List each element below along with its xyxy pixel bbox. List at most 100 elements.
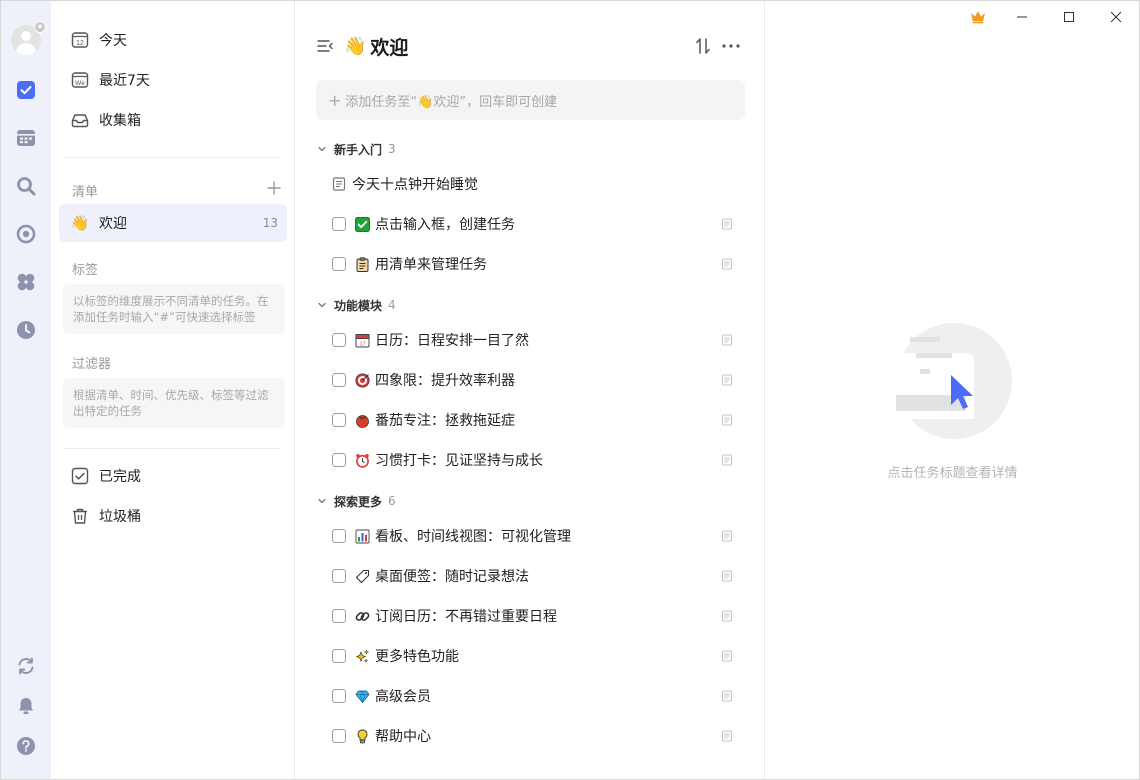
matrix-icon[interactable] [14,270,38,294]
sidebar: 12 今天 We 最近7天 收集箱 清单 👋 欢迎 13 标签 以标签的维度展示… [51,1,295,779]
sidebar-item-next7days[interactable]: We 最近7天 [59,61,287,99]
task-group-header[interactable]: 探索更多 6 [316,491,396,511]
waving-hand-icon: 👋 [344,36,367,57]
task-checkbox[interactable] [332,373,346,387]
add-task-input[interactable]: + 添加任务至“👋欢迎”，回车即可创建 [316,80,745,120]
minimize-icon[interactable] [1012,7,1032,27]
task-row[interactable]: 习惯打卡：见证坚持与成长 [316,440,745,480]
sort-icon[interactable] [694,36,712,56]
task-row[interactable]: 番茄专注：拯救拖延症 [316,400,745,440]
task-title: 今天十点钟开始睡觉 [352,177,478,193]
task-checkbox-icon[interactable] [14,78,38,102]
task-checkbox[interactable] [332,609,346,623]
lists-section-title: 清单 [72,185,99,200]
svg-text:12: 12 [76,40,84,47]
task-title: 日历：日程安排一目了然 [375,333,529,349]
close-icon[interactable] [1106,7,1126,27]
task-row[interactable]: 点击输入框，创建任务 [316,204,745,244]
inbox-icon [71,111,89,129]
focus-icon[interactable] [14,222,38,246]
calendar-emoji-icon: 17 [354,332,370,348]
tomato-icon [354,412,370,428]
empty-state-illustration [896,323,1012,439]
add-task-placeholder: 添加任务至“👋欢迎”，回车即可创建 [345,94,558,110]
task-group-header[interactable]: 功能模块 4 [316,295,396,315]
tags-section-title: 标签 [72,263,99,278]
sidebar-item-label: 欢迎 [99,216,127,232]
note-icon [332,177,346,191]
sidebar-item-label: 最近7天 [99,73,150,89]
task-checkbox[interactable] [332,649,346,663]
task-row[interactable]: 桌面便签：随时记录想法 [316,556,745,596]
task-note-indicator-icon [721,454,733,466]
task-title: 番茄专注：拯救拖延症 [375,413,515,429]
sidebar-item-welcome[interactable]: 👋 欢迎 13 [59,204,287,242]
waving-hand-icon: 👋 [70,214,90,232]
task-row[interactable]: 17 日历：日程安排一目了然 [316,320,745,360]
sidebar-item-trash[interactable]: 垃圾桶 [59,497,287,535]
sidebar-item-today[interactable]: 12 今天 [59,21,287,59]
task-row[interactable]: 四象限：提升效率利器 [316,360,745,400]
trash-icon [71,507,89,525]
tags-hint: 以标签的维度展示不同清单的任务。在添加任务时输入“#”可快速选择标签 [63,284,285,334]
chevron-down-icon [316,495,328,507]
task-note-indicator-icon [721,258,733,270]
task-group-count: 4 [388,298,396,312]
divider [63,157,281,158]
completed-icon [71,467,89,485]
task-title: 桌面便签：随时记录想法 [375,569,529,585]
check-mark-icon [354,216,370,232]
sync-icon[interactable] [14,654,38,678]
svg-text:We: We [75,80,85,87]
more-options-icon[interactable] [722,36,740,56]
clock-icon[interactable] [14,318,38,342]
task-checkbox[interactable] [332,257,346,271]
task-note-indicator-icon [721,610,733,622]
task-note-indicator-icon [721,650,733,662]
search-icon[interactable] [14,174,38,198]
avatar-badge-icon: ★ [34,21,46,33]
task-group-header[interactable]: 新手入门 3 [316,139,396,159]
task-title: 四象限：提升效率利器 [375,373,515,389]
calendar-today-icon: 12 [71,31,89,49]
label-tag-icon [354,568,370,584]
light-bulb-icon [354,728,370,744]
task-checkbox[interactable] [332,729,346,743]
task-checkbox[interactable] [332,689,346,703]
svg-text:17: 17 [359,341,365,347]
bell-icon[interactable] [14,694,38,718]
sparkles-icon [354,648,370,664]
task-row[interactable]: 帮助中心 [316,716,745,756]
sidebar-item-inbox[interactable]: 收集箱 [59,101,287,139]
nav-rail: ★ [1,1,51,779]
task-note-indicator-icon [721,218,733,230]
sidebar-toggle-icon[interactable] [316,37,334,55]
target-icon [354,372,370,388]
task-checkbox[interactable] [332,217,346,231]
task-checkbox[interactable] [332,333,346,347]
divider [63,448,281,449]
filters-hint: 根据清单、时间、优先级、标签等过滤出特定的任务 [63,378,285,428]
sidebar-item-completed[interactable]: 已完成 [59,457,287,495]
task-group-name: 功能模块 [334,298,383,313]
crown-icon[interactable] [968,7,988,27]
add-list-button[interactable] [265,179,283,197]
task-title: 高级会员 [375,689,431,705]
task-note-indicator-icon [721,690,733,702]
task-checkbox[interactable] [332,529,346,543]
task-checkbox[interactable] [332,453,346,467]
calendar-icon[interactable] [14,126,38,150]
task-checkbox[interactable] [332,413,346,427]
task-row[interactable]: 今天十点钟开始睡觉 [316,164,745,204]
empty-state-text: 点击任务标题查看详情 [887,466,1018,481]
sidebar-item-label: 已完成 [99,469,141,485]
task-row[interactable]: 用清单来管理任务 [316,244,745,284]
maximize-icon[interactable] [1059,7,1079,27]
task-checkbox[interactable] [332,569,346,583]
task-note-indicator-icon [721,414,733,426]
help-icon[interactable] [14,734,38,758]
task-row[interactable]: 更多特色功能 [316,636,745,676]
task-row[interactable]: 订阅日历：不再错过重要日程 [316,596,745,636]
task-row[interactable]: 高级会员 [316,676,745,716]
task-row[interactable]: 看板、时间线视图：可视化管理 [316,516,745,556]
